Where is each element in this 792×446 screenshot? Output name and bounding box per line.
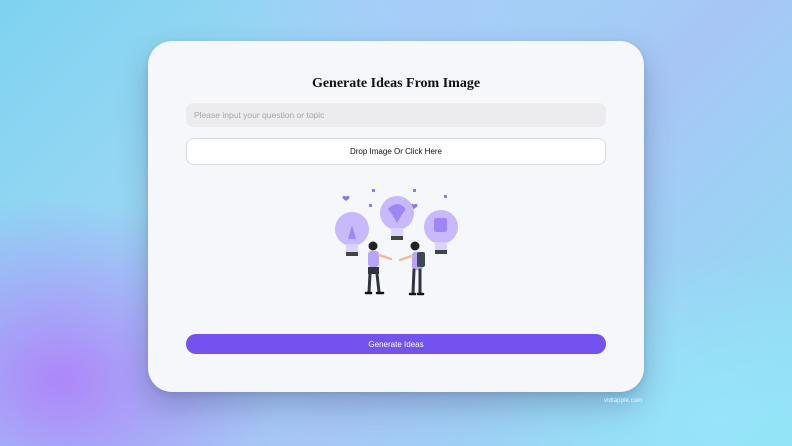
lightbulb-center-icon [380,196,414,240]
generator-card: Generate Ideas From Image Drop Image Or … [148,41,644,392]
lightbulb-right-icon [424,210,458,254]
generate-ideas-button[interactable]: Generate Ideas [186,334,606,354]
ideas-illustration [335,189,458,296]
person-left-icon [364,241,393,295]
question-input[interactable] [186,103,606,127]
lightbulb-left-icon [335,212,369,256]
watermark: vidtapple.com [604,398,643,404]
page-title: Generate Ideas From Image [311,76,481,91]
person-right-icon [398,241,425,296]
image-drop-zone[interactable]: Drop Image Or Click Here [186,138,606,165]
drop-zone-label: Drop Image Or Click Here [349,147,443,156]
